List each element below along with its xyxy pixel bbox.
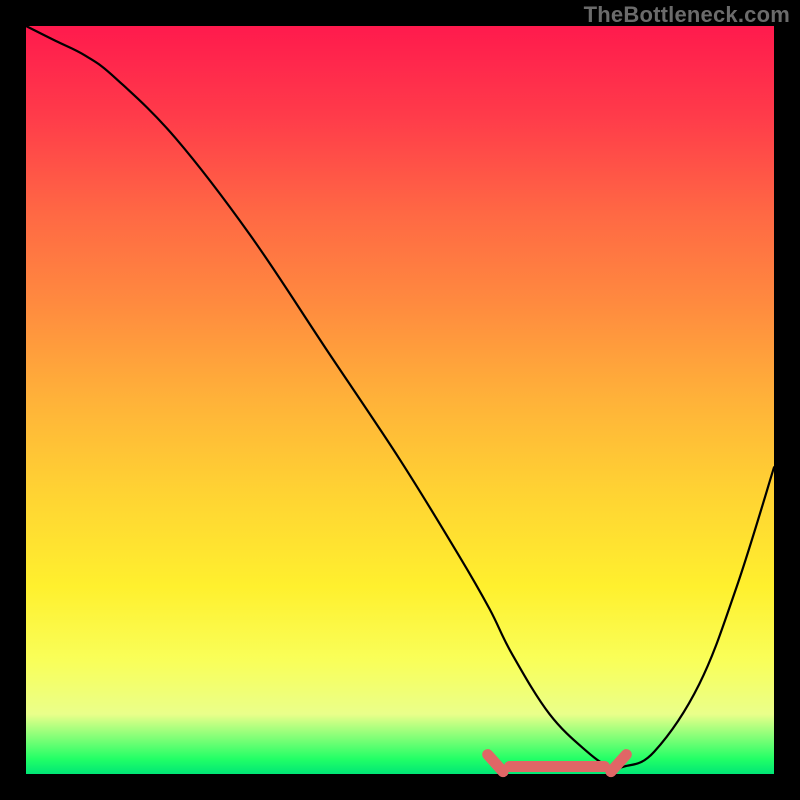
watermark-text: TheBottleneck.com [584,2,790,28]
chart-container: TheBottleneck.com [0,0,800,800]
bottleneck-curve [26,26,774,774]
plot-area [26,26,774,774]
optimal-marker-flat [504,761,611,772]
